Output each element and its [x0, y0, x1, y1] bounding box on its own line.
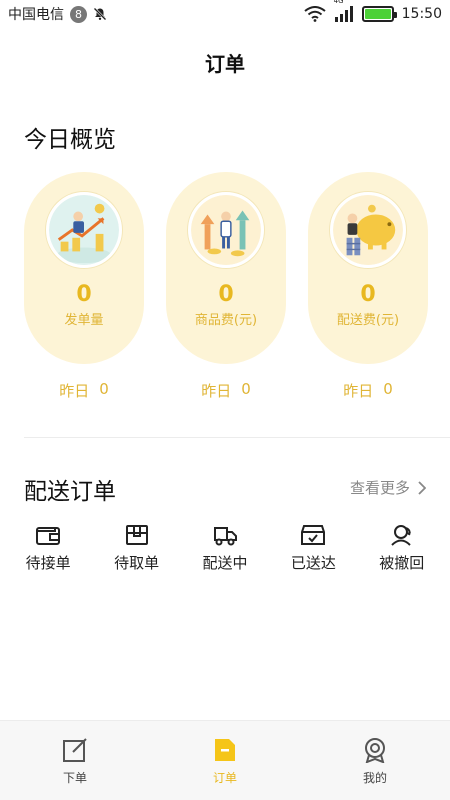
- wifi-icon: [304, 6, 326, 22]
- goods-fee-label: 商品费(元): [194, 313, 258, 328]
- bottom-nav: 下单 订单 我的: [0, 720, 450, 800]
- wallet-icon: [36, 527, 61, 545]
- delivered-box-icon: [301, 525, 326, 545]
- withdrawn-person-icon: [391, 525, 411, 546]
- clock: 15:50: [401, 6, 442, 22]
- orders-count: 0: [76, 282, 92, 307]
- section-divider: [24, 437, 450, 438]
- delivery-status-row: 待接单 待取单 配送中 已送达 被撤回: [0, 524, 450, 573]
- goods-fee-amount: 0: [218, 282, 234, 307]
- nav-item-mine[interactable]: 我的: [325, 721, 425, 800]
- status-label: 被撤回: [379, 554, 425, 572]
- status-label: 配送中: [202, 554, 248, 572]
- card-pill: 0 发单量: [24, 172, 144, 364]
- header: 订单: [0, 44, 450, 84]
- yesterday-label: 昨日: [201, 382, 232, 400]
- status-bar: 中国电信 8 4G 15:50: [0, 0, 450, 28]
- status-delivered[interactable]: 已送达: [273, 524, 353, 573]
- status-left: 中国电信 8: [8, 4, 107, 24]
- mute-bell-icon: [93, 7, 107, 21]
- delivery-fee-label: 配送费(元): [336, 313, 400, 328]
- status-label: 待接单: [25, 554, 71, 572]
- page-title: 订单: [205, 52, 245, 76]
- nav-label: 下单: [62, 771, 87, 785]
- status-label: 已送达: [290, 554, 336, 572]
- carrier-name: 中国电信: [8, 7, 64, 23]
- cell-signal: 4G: [334, 0, 354, 22]
- nav-label: 我的: [362, 771, 387, 785]
- network-type-label: 4G: [333, 0, 344, 5]
- overview-title: 今日概览: [24, 127, 116, 153]
- status-pending-pickup[interactable]: 待取单: [97, 524, 177, 573]
- status-label: 待取单: [114, 554, 160, 572]
- truck-icon: [213, 527, 237, 546]
- goods-fee-yesterday: 昨日 0: [201, 380, 251, 401]
- order-doc-icon: [215, 739, 235, 761]
- yesterday-value: 0: [99, 380, 109, 398]
- signal-bars-icon: [334, 6, 353, 22]
- edit-icon: [63, 738, 87, 762]
- delivery-orders-title: 配送订单: [24, 479, 116, 505]
- overview-card-delivery-fee[interactable]: 0 配送费(元) 昨日 0: [308, 172, 428, 401]
- nav-label: 订单: [212, 771, 237, 785]
- view-more-link[interactable]: 查看更多: [350, 477, 426, 498]
- overview-cards: 0 发单量 昨日 0 0 商品费(元) 昨日 0 0 配送费(元) 昨日 0: [24, 172, 428, 401]
- yesterday-label: 昨日: [59, 382, 90, 400]
- yesterday-value: 0: [383, 380, 393, 398]
- piggy-bank-illustration-icon: [330, 192, 406, 268]
- yesterday-value: 0: [241, 380, 251, 398]
- battery-icon: [361, 6, 397, 22]
- growth-chart-illustration-icon: [46, 192, 122, 268]
- profile-badge-icon: [365, 738, 385, 763]
- card-pill: 0 配送费(元): [308, 172, 428, 364]
- rising-arrows-illustration-icon: [188, 192, 264, 268]
- nav-item-orders[interactable]: 订单: [175, 721, 275, 800]
- yesterday-label: 昨日: [343, 382, 374, 400]
- battery-fill: [364, 9, 391, 19]
- view-more-label: 查看更多: [349, 479, 410, 497]
- overview-card-goods-fee[interactable]: 0 商品费(元) 昨日 0: [166, 172, 286, 401]
- status-pending-accept[interactable]: 待接单: [8, 524, 88, 573]
- nav-item-place-order[interactable]: 下单: [25, 721, 125, 800]
- status-right: 4G 15:50: [304, 0, 442, 22]
- status-in-delivery[interactable]: 配送中: [185, 524, 265, 573]
- delivery-fee-yesterday: 昨日 0: [343, 380, 393, 401]
- orders-label: 发单量: [64, 313, 104, 328]
- notification-count-badge: 8: [70, 5, 87, 23]
- overview-card-orders[interactable]: 0 发单量 昨日 0: [24, 172, 144, 401]
- orders-yesterday: 昨日 0: [59, 380, 109, 401]
- box-icon: [125, 525, 148, 545]
- status-withdrawn[interactable]: 被撤回: [362, 524, 442, 573]
- chevron-right-icon: [418, 480, 426, 495]
- delivery-fee-amount: 0: [360, 282, 376, 307]
- card-pill: 0 商品费(元): [166, 172, 286, 364]
